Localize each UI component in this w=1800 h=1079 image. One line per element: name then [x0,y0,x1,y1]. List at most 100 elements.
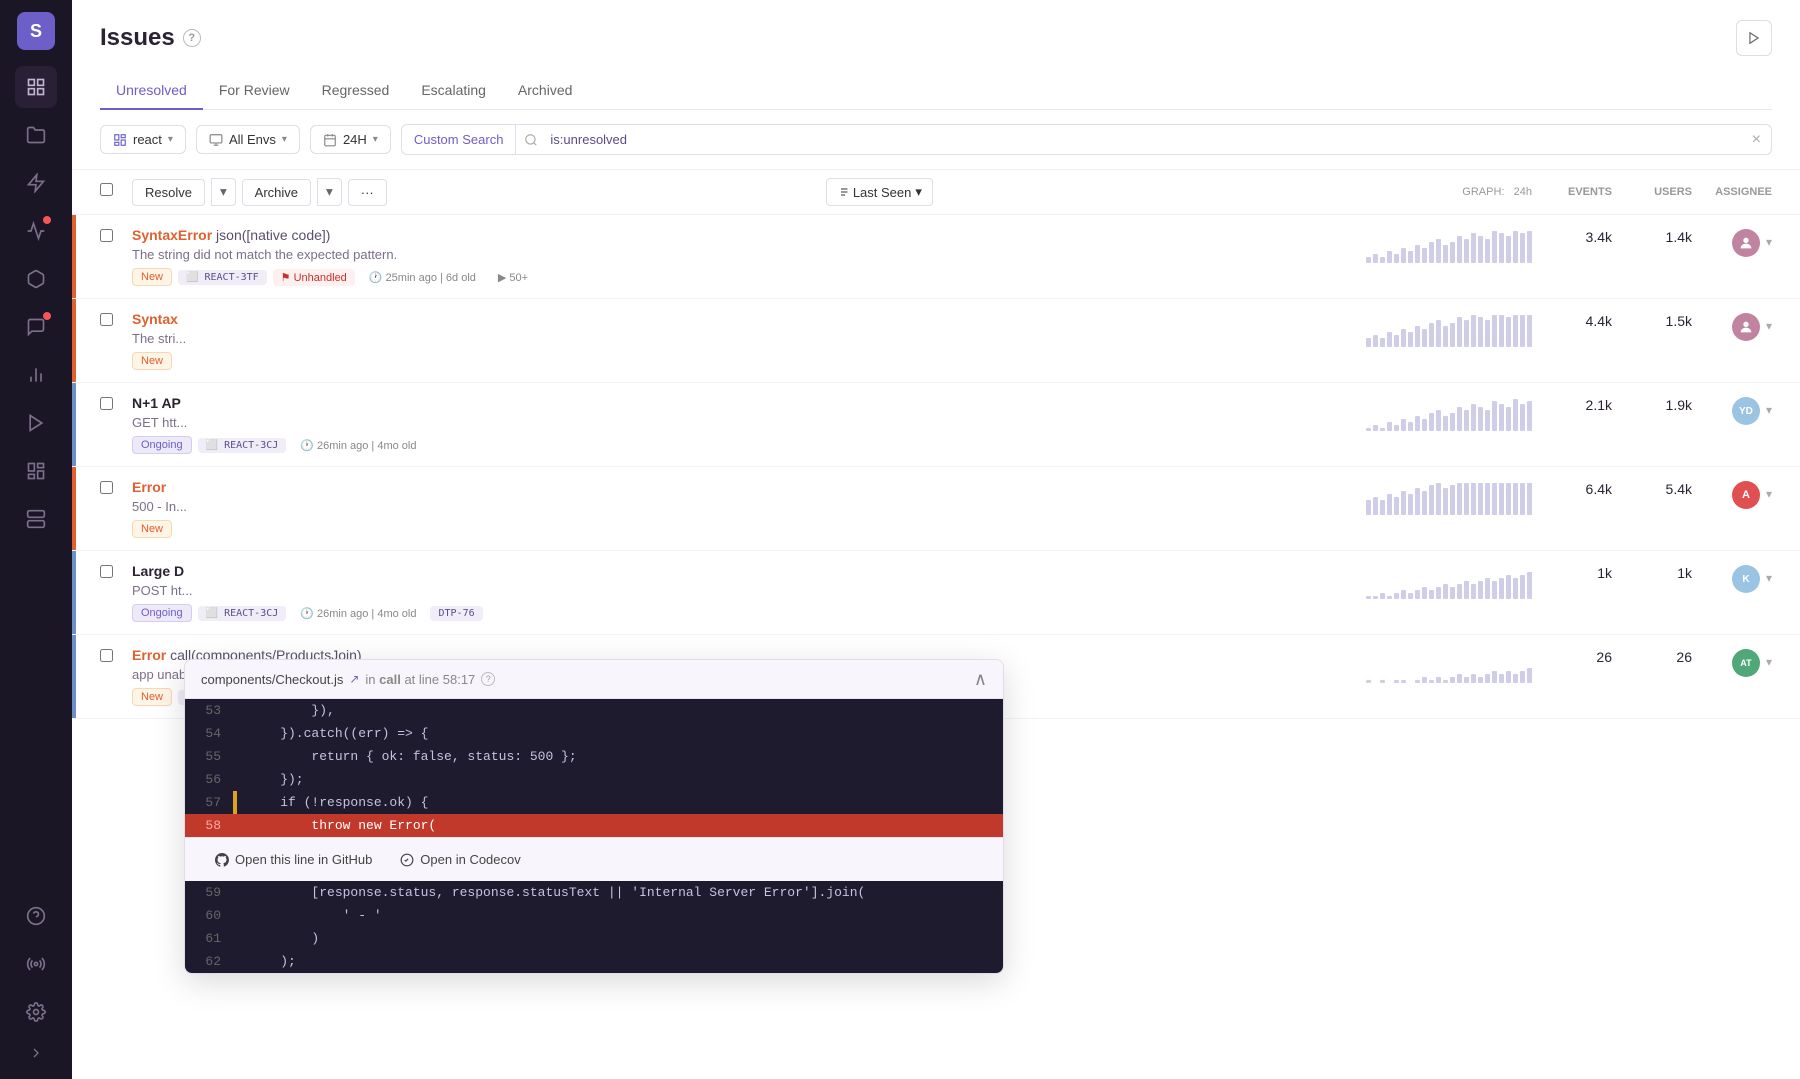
sidebar-item-help[interactable] [15,895,57,937]
bulk-actions: Resolve ▾ Archive ▾ ··· [132,178,387,206]
tab-unresolved[interactable]: Unresolved [100,72,203,110]
tab-regressed[interactable]: Regressed [306,72,406,110]
sparkline [1366,399,1532,431]
sparkline [1366,483,1532,515]
search-input[interactable] [546,125,1741,154]
tabs: Unresolved For Review Regressed Escalati… [100,72,1772,110]
status-badge: New [132,352,172,370]
filters-bar: react ▾ All Envs ▾ 24H ▾ Custom Search × [72,110,1800,170]
issue-users: 1.5k [1612,311,1692,329]
issue-assignee: AT ▾ [1692,647,1772,677]
resolve-button[interactable]: Resolve [132,179,205,206]
assignee-chevron-icon[interactable]: ▾ [1766,565,1772,585]
sidebar-item-alerts[interactable] [15,162,57,204]
search-label[interactable]: Custom Search [402,125,517,154]
sidebar-expand[interactable] [15,1039,57,1067]
issue-tags: New [132,352,1372,370]
env-chevron-icon: ▾ [282,134,287,145]
issues-table: Resolve ▾ Archive ▾ ··· Last Seen ▾ GRAP… [72,170,1800,1079]
assignee-chevron-icon[interactable]: ▾ [1766,649,1772,669]
sidebar-item-settings[interactable] [15,991,57,1033]
avatar [1732,313,1760,341]
issue-content: N+1 AP GET htt... Ongoing ⬜ REACT-3CJ 🕐 … [132,395,1372,454]
issue-tags: New ⬜ REACT-3TF ⚑ Unhandled 🕐 25min ago … [132,268,1372,286]
sidebar-item-feedback[interactable] [15,306,57,348]
performance-badge [43,216,51,224]
popup-file-link-icon[interactable]: ↗ [349,672,359,686]
open-github-button[interactable]: Open this line in GitHub [201,846,386,873]
archive-button[interactable]: Archive [242,179,311,206]
sort-button[interactable]: Last Seen ▾ [826,178,933,206]
row-checkbox[interactable] [100,311,132,331]
archive-dropdown[interactable]: ▾ [317,178,342,206]
tab-archived[interactable]: Archived [502,72,588,110]
table-row[interactable]: SyntaxError json([native code]) The stri… [72,215,1800,299]
graph-header: GRAPH: 24h [1372,186,1532,198]
issue-subtitle: The string did not match the expected pa… [132,247,1372,262]
status-badge: Ongoing [132,436,192,454]
time-filter[interactable]: 24H ▾ [310,125,391,154]
issue-content: Syntax The stri... New [132,311,1372,370]
search-clear-button[interactable]: × [1742,131,1771,149]
avatar: YD [1732,397,1760,425]
project-filter[interactable]: react ▾ [100,125,186,154]
table-row[interactable]: N+1 AP GET htt... Ongoing ⬜ REACT-3CJ 🕐 … [72,383,1800,467]
header-actions [1736,20,1772,56]
issue-tags: Ongoing ⬜ REACT-3CJ 🕐 26min ago | 4mo ol… [132,604,1372,622]
sidebar-item-dashboards[interactable] [15,450,57,492]
issue-events: 1k [1532,563,1612,581]
table-row[interactable]: Large D POST ht... Ongoing ⬜ REACT-3CJ 🕐… [72,551,1800,635]
assignee-chevron-icon[interactable]: ▾ [1766,229,1772,249]
code-line-53: 53 }), [185,699,1003,722]
sparkline [1366,231,1532,263]
sidebar-item-storage[interactable] [15,498,57,540]
table-row[interactable]: Error 500 - In... New [72,467,1800,551]
sidebar-bottom [15,895,57,1067]
row-checkbox[interactable] [100,395,132,415]
issue-content: Error 500 - In... New [132,479,1372,538]
sidebar-item-stats[interactable] [15,354,57,396]
assignee-chevron-icon[interactable]: ▾ [1766,481,1772,501]
sidebar-logo[interactable]: S [17,12,55,50]
status-badge: New [132,688,172,706]
select-all-checkbox[interactable] [100,183,132,201]
issue-assignee: A ▾ [1692,479,1772,509]
table-row[interactable]: Syntax The stri... New [72,299,1800,383]
environment-filter[interactable]: All Envs ▾ [196,125,300,154]
open-codecov-button[interactable]: Open in Codecov [386,846,534,873]
title-help-icon[interactable]: ? [183,29,201,47]
status-badge: New [132,520,172,538]
row-checkbox[interactable] [100,647,132,667]
sidebar-item-projects[interactable] [15,114,57,156]
popup-help-icon[interactable]: ? [481,672,495,686]
row-checkbox[interactable] [100,227,132,247]
sidebar-item-releases[interactable] [15,258,57,300]
tab-for-review[interactable]: For Review [203,72,306,110]
sidebar-item-performance[interactable] [15,210,57,252]
popup-close-button[interactable]: ∧ [974,670,987,688]
tab-escalating[interactable]: Escalating [405,72,502,110]
sidebar-item-broadcasts[interactable] [15,943,57,985]
resolve-dropdown[interactable]: ▾ [211,178,236,206]
project-tag: ⬜ REACT-3TF [178,270,267,285]
page-header: Issues ? Unresolved For Review Regressed… [72,0,1800,110]
page-title: Issues ? [100,24,201,52]
time-tag: 🕐 25min ago | 6d old [361,269,484,286]
feedback-badge [43,312,51,320]
assignee-chevron-icon[interactable]: ▾ [1766,397,1772,417]
sidebar-item-issues[interactable] [15,66,57,108]
sidebar-item-replays[interactable] [15,402,57,444]
issue-content: Large D POST ht... Ongoing ⬜ REACT-3CJ 🕐… [132,563,1372,622]
issue-users: 1k [1612,563,1692,581]
more-actions[interactable]: ··· [348,179,387,206]
avatar: A [1732,481,1760,509]
row-checkbox[interactable] [100,479,132,499]
issue-events: 6.4k [1532,479,1612,497]
issue-subtitle: GET htt... [132,415,1372,430]
code-line-56: 56 }); [185,768,1003,791]
issue-events: 26 [1532,647,1612,665]
assignee-chevron-icon[interactable]: ▾ [1766,313,1772,333]
play-button[interactable] [1736,20,1772,56]
row-checkbox[interactable] [100,563,132,583]
issue-tags: New [132,520,1372,538]
